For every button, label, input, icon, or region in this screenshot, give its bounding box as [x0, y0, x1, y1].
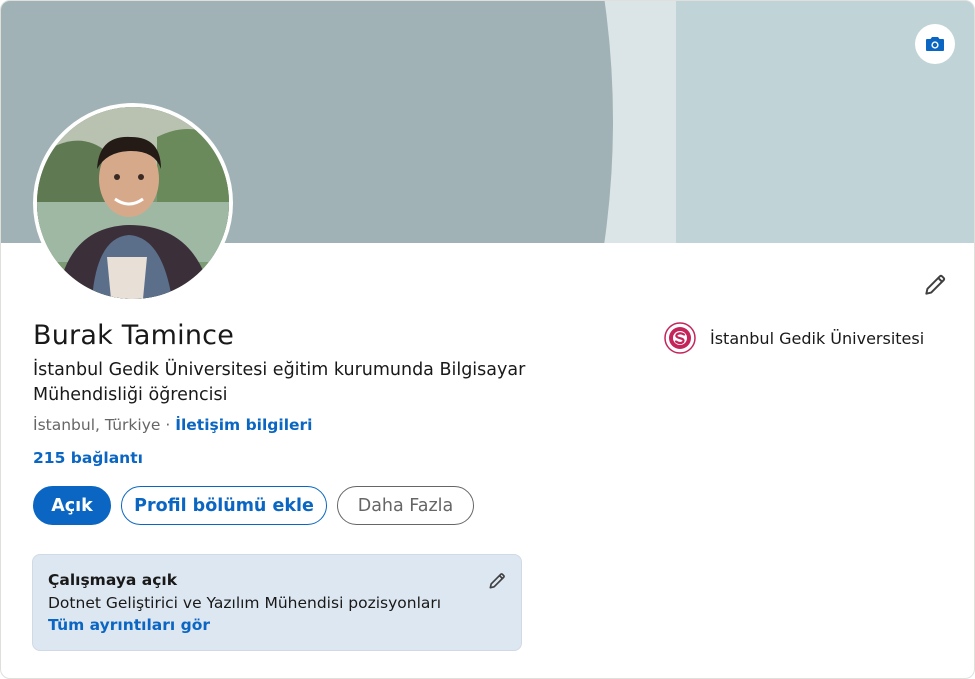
profile-name: Burak Tamince [33, 320, 235, 351]
open-to-work-description: Dotnet Geliştirici ve Yazılım Mühendisi … [48, 594, 442, 612]
more-button[interactable]: Daha Fazla [337, 486, 474, 525]
pencil-icon [925, 274, 946, 295]
location-row: İstanbul, Türkiye · İletişim bilgileri [33, 416, 313, 434]
open-to-work-title: Çalışmaya açık [48, 571, 178, 589]
school-logo [664, 322, 696, 354]
profile-headline: İstanbul Gedik Üniversitesi eğitim kurum… [33, 360, 526, 405]
open-to-work-card: Çalışmaya açık Dotnet Geliştirici ve Yaz… [32, 554, 522, 651]
camera-icon [926, 37, 944, 51]
see-all-details-link[interactable]: Tüm ayrıntıları gör [48, 616, 210, 634]
profile-location: İstanbul, Türkiye [33, 416, 161, 434]
contact-info-link[interactable]: İletişim bilgileri [175, 416, 312, 434]
open-to-button[interactable]: Açık [33, 486, 111, 525]
profile-card: Burak Tamince İstanbul Gedik Üniversites… [0, 0, 975, 679]
pencil-icon [489, 573, 505, 589]
avatar-photo [37, 107, 229, 299]
education-link[interactable]: İstanbul Gedik Üniversitesi [664, 322, 924, 354]
edit-banner-button[interactable] [915, 24, 955, 64]
connections-link[interactable]: 215 bağlantı [33, 449, 143, 467]
profile-avatar[interactable] [33, 103, 233, 303]
edit-intro-button[interactable] [915, 265, 955, 305]
school-name: İstanbul Gedik Üniversitesi [710, 328, 925, 348]
add-profile-section-button[interactable]: Profil bölümü ekle [121, 486, 327, 525]
separator-dot: · [160, 416, 176, 434]
edit-open-to-work-button[interactable] [485, 569, 509, 593]
